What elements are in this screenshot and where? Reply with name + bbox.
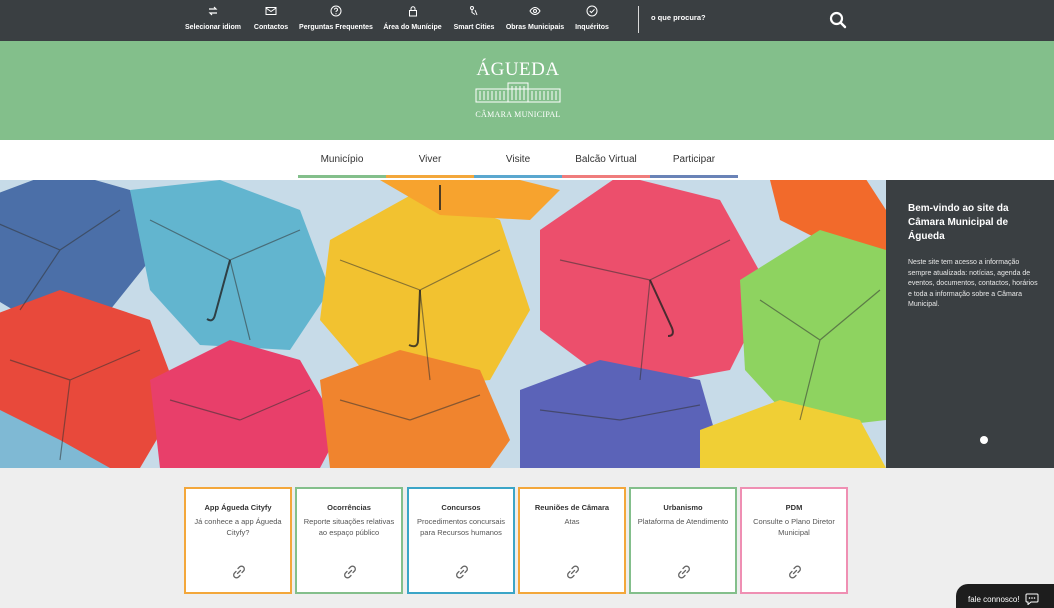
nav-underline <box>298 175 386 178</box>
municipal-works-link[interactable]: Obras Municipais <box>505 4 565 38</box>
card-title: Concursos <box>441 503 481 512</box>
card-reunioes-de-camara[interactable]: Reuniões de Câmara Atas <box>518 487 626 594</box>
lock-icon <box>408 6 417 17</box>
welcome-panel: Bem-vindo ao site da Câmara Municipal de… <box>886 180 1054 468</box>
link-icon <box>789 565 801 579</box>
welcome-title: Bem-vindo ao site da Câmara Municipal de… <box>908 203 1009 242</box>
card-app-agueda-cityfy[interactable]: App Águeda Cityfy Já conhece a app Águed… <box>184 487 292 594</box>
language-label: Selecionar idiom <box>184 24 242 31</box>
citizen-area-label: Área do Munícipe <box>383 24 442 31</box>
chat-bubble-icon <box>1025 593 1039 605</box>
card-description: Já conhece a app Águeda Cityfy? <box>194 517 282 537</box>
faq-link[interactable]: Perguntas Frequentes <box>299 4 373 38</box>
nav-item-balcao-virtual[interactable]: Balcão Virtual <box>562 140 650 178</box>
municipality-logo[interactable]: ÁGUEDA CÂMARA MUNICIPAL <box>468 59 568 125</box>
card-title: Ocorrências <box>327 503 371 512</box>
chat-button[interactable]: fale connosco! <box>956 584 1054 608</box>
nav-label: Município <box>320 153 364 165</box>
contacts-label: Contactos <box>253 24 289 31</box>
nav-underline <box>474 175 562 178</box>
card-concursos[interactable]: Concursos Procedimentos concursais para … <box>407 487 515 594</box>
logo-subtitle: CÂMARA MUNICIPAL <box>475 110 561 119</box>
language-icon <box>208 6 218 16</box>
card-description: Plataforma de Atendimento <box>637 517 729 526</box>
check-circle-icon <box>586 5 598 17</box>
nav-label: Visite <box>505 153 531 165</box>
card-description: Reporte situações relativas ao espaço pú… <box>303 517 395 537</box>
mail-icon <box>265 7 277 15</box>
nav-label: Viver <box>418 153 442 165</box>
header-banner: ÁGUEDA CÂMARA MUNICIPAL <box>0 41 1054 140</box>
card-title: PDM <box>785 503 803 512</box>
card-description: Procedimentos concursais para Recursos h… <box>417 517 505 537</box>
eye-icon <box>529 6 541 16</box>
surveys-label: Inquéritos <box>575 24 609 31</box>
carousel-dot[interactable] <box>980 436 988 444</box>
smart-cities-label: Smart Cities <box>453 24 495 31</box>
smart-cities-icon <box>470 6 478 16</box>
logo-title: ÁGUEDA <box>476 59 560 80</box>
link-icon <box>456 565 468 579</box>
nav-underline <box>650 175 738 178</box>
municipal-works-label: Obras Municipais <box>505 24 565 31</box>
card-urbanismo[interactable]: Urbanismo Plataforma de Atendimento <box>629 487 737 594</box>
nav-item-visite[interactable]: Visite <box>474 140 562 178</box>
card-title: Reuniões de Câmara <box>534 503 610 512</box>
contacts-link[interactable]: Contactos <box>254 4 288 38</box>
hero-umbrellas-image <box>0 180 886 468</box>
search-icon[interactable] <box>828 10 848 30</box>
nav-item-viver[interactable]: Viver <box>386 140 474 178</box>
citizen-area-link[interactable]: Área do Munícipe <box>383 4 442 38</box>
nav-underline <box>562 175 650 178</box>
card-description: Atas <box>564 517 580 526</box>
link-icon <box>678 565 690 579</box>
search-input[interactable]: o que procura? <box>651 13 706 22</box>
question-icon <box>330 5 342 17</box>
welcome-text: Neste site tem acesso a informação sempr… <box>908 259 1038 308</box>
card-title: App Águeda Cityfy <box>204 503 272 512</box>
card-ocorrencias[interactable]: Ocorrências Reporte situações relativas … <box>295 487 403 594</box>
nav-item-participar[interactable]: Participar <box>650 140 738 178</box>
main-navigation: Município Viver Visite Balcão Virtual Pa… <box>0 140 1054 180</box>
chat-label: fale connosco! <box>968 594 1020 604</box>
link-icon <box>567 565 579 579</box>
link-icon <box>344 565 356 579</box>
language-selector[interactable]: Selecionar idiom <box>184 4 242 38</box>
card-description: Consulte o Plano Diretor Municipal <box>753 517 835 537</box>
surveys-link[interactable]: Inquéritos <box>575 4 609 38</box>
card-pdm[interactable]: PDM Consulte o Plano Diretor Municipal <box>740 487 848 594</box>
nav-label: Balcão Virtual <box>575 153 637 165</box>
nav-underline <box>386 175 474 178</box>
link-icon <box>233 565 245 579</box>
nav-item-municipio[interactable]: Município <box>298 140 386 178</box>
quick-links: App Águeda Cityfy Já conhece a app Águed… <box>0 468 1054 608</box>
card-title: Urbanismo <box>663 503 703 512</box>
nav-label: Participar <box>672 153 716 165</box>
top-bar: Selecionar idiom Contactos Perguntas Fre… <box>0 0 1054 41</box>
topbar-divider <box>638 6 639 33</box>
smart-cities-link[interactable]: Smart Cities <box>453 4 495 38</box>
faq-label: Perguntas Frequentes <box>299 24 373 31</box>
building-icon <box>475 82 561 103</box>
